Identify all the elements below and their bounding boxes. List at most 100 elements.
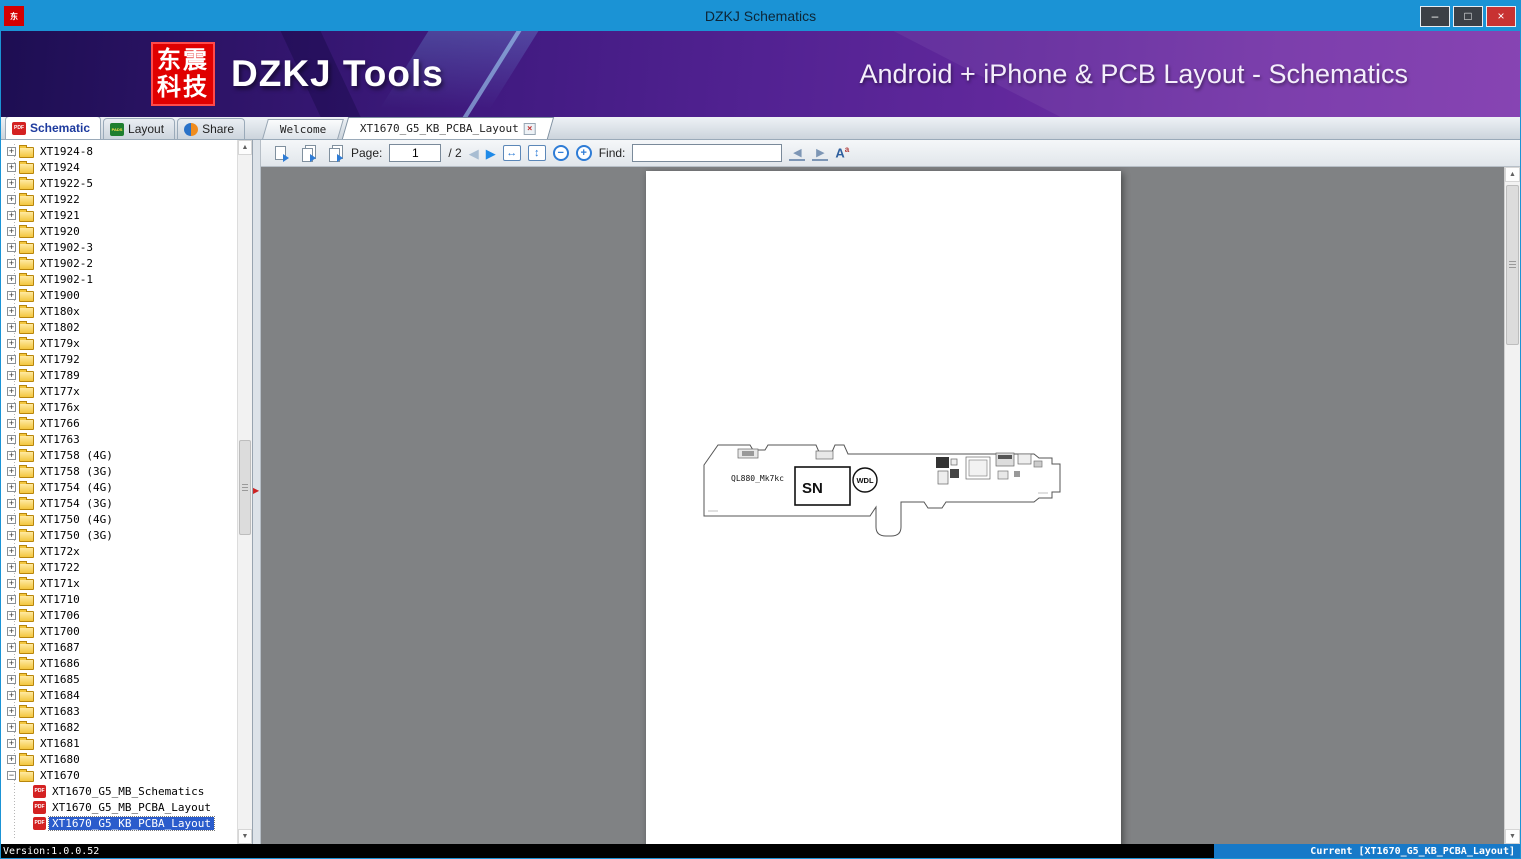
expand-icon[interactable]: + xyxy=(7,754,16,764)
tree-item-label[interactable]: XT1902-3 xyxy=(37,241,96,254)
tree-item[interactable]: + XT1722 xyxy=(3,559,237,575)
tree-item[interactable]: + XT1685 xyxy=(3,671,237,687)
collapse-icon[interactable]: − xyxy=(7,770,16,780)
tree-child-item[interactable]: PDF XT1670_G5_MB_Schematics xyxy=(3,783,237,799)
tree-child-label[interactable]: XT1670_G5_MB_PCBA_Layout xyxy=(49,801,214,814)
tree-item-label[interactable]: XT1902-2 xyxy=(37,257,96,270)
expand-icon[interactable]: + xyxy=(7,514,16,524)
scroll-down-icon[interactable]: ▼ xyxy=(1505,829,1520,844)
tree-item-label[interactable]: XT180x xyxy=(37,305,83,318)
tree-item[interactable]: + XT1763 xyxy=(3,431,237,447)
tree-item-label[interactable]: XT1754 (4G) xyxy=(37,481,116,494)
tree-item-label[interactable]: XT1902-1 xyxy=(37,273,96,286)
tree-item[interactable]: + XT1706 xyxy=(3,607,237,623)
tree-item-label[interactable]: XT172x xyxy=(37,545,83,558)
tree-item[interactable]: + XT1789 xyxy=(3,367,237,383)
expand-icon[interactable]: + xyxy=(7,594,16,604)
page-copy-icon[interactable] xyxy=(270,144,290,163)
viewer-scrollbar[interactable]: ▲ ▼ xyxy=(1504,167,1520,844)
expand-icon[interactable]: + xyxy=(7,482,16,492)
tree-item-label[interactable]: XT1900 xyxy=(37,289,83,302)
tab-schematic[interactable]: PDF Schematic xyxy=(5,116,102,139)
expand-icon[interactable]: + xyxy=(7,338,16,348)
scroll-up-icon[interactable]: ▲ xyxy=(1505,167,1520,182)
expand-icon[interactable]: + xyxy=(7,370,16,380)
expand-icon[interactable]: + xyxy=(7,466,16,476)
tree-item-label[interactable]: XT1754 (3G) xyxy=(37,497,116,510)
tree-item[interactable]: + XT1802 xyxy=(3,319,237,335)
scrollbar-thumb[interactable] xyxy=(1506,185,1519,345)
facing-pages-icon[interactable] xyxy=(297,144,317,163)
tree-item-label[interactable]: XT1683 xyxy=(37,705,83,718)
expand-icon[interactable]: + xyxy=(7,690,16,700)
find-next-icon[interactable]: ▶ xyxy=(812,145,829,161)
tree-item-label[interactable]: XT177x xyxy=(37,385,83,398)
tree-item[interactable]: + XT176x xyxy=(3,399,237,415)
document-tab-active[interactable]: XT1670_G5_KB_PCBA_Layout × xyxy=(342,117,555,139)
tree-item-label[interactable]: XT1687 xyxy=(37,641,83,654)
tab-close-icon[interactable]: × xyxy=(524,122,537,135)
tree-item-label[interactable]: XT1685 xyxy=(37,673,83,686)
multi-page-icon[interactable] xyxy=(324,144,344,163)
tree-item[interactable]: + XT1683 xyxy=(3,703,237,719)
tree-item-label[interactable]: XT1710 xyxy=(37,593,83,606)
tree-item[interactable]: + XT1758 (3G) xyxy=(3,463,237,479)
expand-icon[interactable]: + xyxy=(7,210,16,220)
find-input[interactable] xyxy=(632,144,783,162)
next-page-button[interactable]: ▶ xyxy=(486,147,496,160)
tree-item[interactable]: + XT1754 (4G) xyxy=(3,479,237,495)
tree-item-label[interactable]: XT1924 xyxy=(37,161,83,174)
scroll-up-icon[interactable]: ▲ xyxy=(238,140,252,155)
expand-icon[interactable]: + xyxy=(7,706,16,716)
expand-icon[interactable]: + xyxy=(7,450,16,460)
tree-item-label[interactable]: XT1700 xyxy=(37,625,83,638)
expand-icon[interactable]: + xyxy=(7,226,16,236)
titlebar[interactable]: 东 DZKJ Schematics – □ × xyxy=(1,1,1520,31)
tree-item[interactable]: + XT1766 xyxy=(3,415,237,431)
tree-item-label[interactable]: XT1922 xyxy=(37,193,83,206)
expand-icon[interactable]: + xyxy=(7,290,16,300)
tree-item-label[interactable]: XT1722 xyxy=(37,561,83,574)
tree-child-item[interactable]: PDF XT1670_G5_MB_PCBA_Layout xyxy=(3,799,237,815)
tree-item-label[interactable]: XT1789 xyxy=(37,369,83,382)
expand-icon[interactable]: + xyxy=(7,194,16,204)
tree-item-label[interactable]: XT1766 xyxy=(37,417,83,430)
expand-icon[interactable]: + xyxy=(7,530,16,540)
tree-item[interactable]: + XT1750 (3G) xyxy=(3,527,237,543)
scroll-down-icon[interactable]: ▼ xyxy=(238,829,252,844)
tree-item[interactable]: + XT1754 (3G) xyxy=(3,495,237,511)
tree-item-label[interactable]: XT1922-5 xyxy=(37,177,96,190)
expand-icon[interactable]: + xyxy=(7,658,16,668)
tree-child-label[interactable]: XT1670_G5_MB_Schematics xyxy=(49,785,207,798)
tree-item[interactable]: + XT1687 xyxy=(3,639,237,655)
tree-item[interactable]: + XT1922-5 xyxy=(3,175,237,191)
tree-item[interactable]: + XT1681 xyxy=(3,735,237,751)
tree-item-label[interactable]: XT1682 xyxy=(37,721,83,734)
tree-item[interactable]: + XT1902-2 xyxy=(3,255,237,271)
tree-item-label[interactable]: XT176x xyxy=(37,401,83,414)
tree-item[interactable]: + XT177x xyxy=(3,383,237,399)
tab-layout[interactable]: PADS Layout xyxy=(103,118,176,139)
expand-icon[interactable]: + xyxy=(7,434,16,444)
tree-item-label[interactable]: XT179x xyxy=(37,337,83,350)
text-size-icon[interactable]: Aa xyxy=(835,145,849,160)
tree-item[interactable]: + XT1684 xyxy=(3,687,237,703)
tree-item-label[interactable]: XT1920 xyxy=(37,225,83,238)
document-canvas[interactable]: QL880_Mk7kc SN WDL xyxy=(261,167,1504,844)
collapse-panel-icon[interactable]: ▶ xyxy=(253,487,259,495)
expand-icon[interactable]: + xyxy=(7,418,16,428)
tree-item[interactable]: + XT180x xyxy=(3,303,237,319)
tree-item[interactable]: + XT1750 (4G) xyxy=(3,511,237,527)
expand-icon[interactable]: + xyxy=(7,258,16,268)
tree-item[interactable]: + XT1902-3 xyxy=(3,239,237,255)
tree-item[interactable]: + XT179x xyxy=(3,335,237,351)
tree-item-label[interactable]: XT1670 xyxy=(37,769,83,782)
tree-item[interactable]: + XT1700 xyxy=(3,623,237,639)
tree-item[interactable]: + XT1921 xyxy=(3,207,237,223)
fit-page-button[interactable]: ↕ xyxy=(527,145,546,161)
tree-item-label[interactable]: XT1680 xyxy=(37,753,83,766)
expand-icon[interactable]: + xyxy=(7,178,16,188)
tree-child-item[interactable]: PDF XT1670_G5_KB_PCBA_Layout xyxy=(3,815,237,831)
expand-icon[interactable]: + xyxy=(7,642,16,652)
expand-icon[interactable]: + xyxy=(7,674,16,684)
